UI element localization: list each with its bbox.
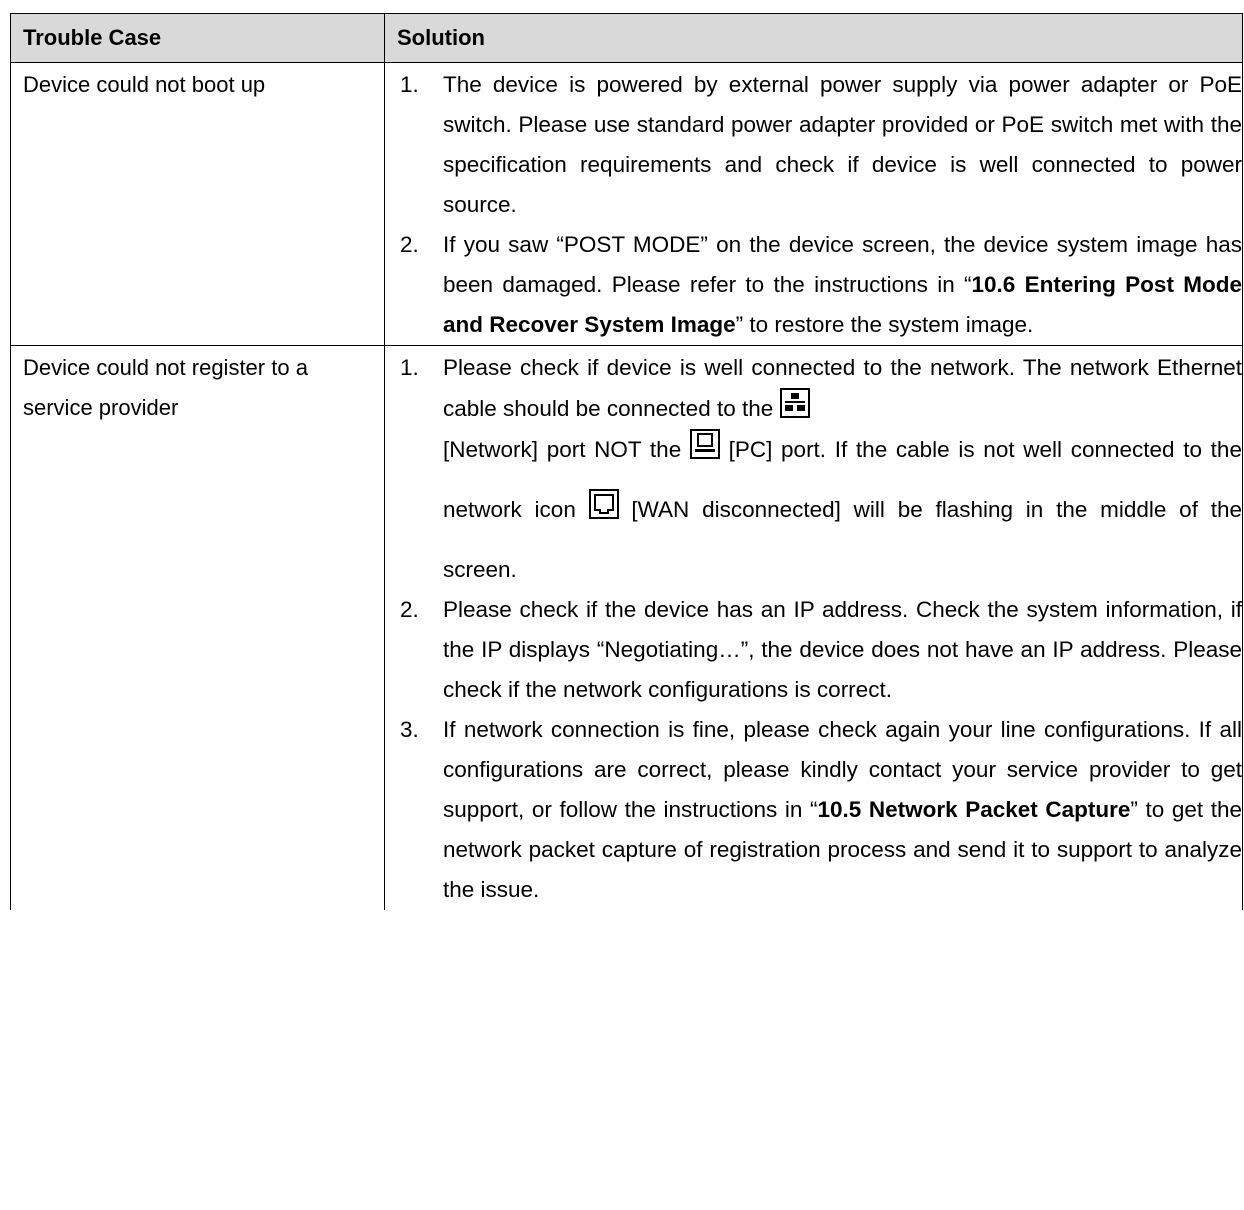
solution-item: 2. Please check if the device has an IP … [385, 590, 1242, 710]
table-header-row: Trouble Case Solution [10, 13, 1243, 63]
item-text: Please check if device is well connected… [443, 355, 1242, 421]
solution-item: 3. If network connection is fine, please… [385, 710, 1242, 910]
trouble-case-cell: Device could not boot up [10, 62, 385, 346]
item-text: The device is powered by external power … [443, 72, 1242, 217]
item-text: ” to restore the system image. [735, 312, 1034, 337]
header-trouble-case: Trouble Case [10, 13, 385, 63]
table-row: Device could not register to a service p… [10, 345, 1243, 910]
solution-cell: 1. Please check if device is well connec… [384, 345, 1243, 910]
network-port-icon [779, 388, 810, 418]
item-number: 2. [400, 232, 419, 257]
item-text: [Network] port NOT the [443, 437, 682, 462]
item-text: Please check if the device has an IP add… [443, 597, 1242, 702]
item-number: 3. [400, 717, 419, 742]
trouble-case-cell: Device could not register to a service p… [10, 345, 385, 910]
solution-item: 1. The device is powered by external pow… [385, 65, 1242, 225]
header-solution: Solution [384, 13, 1243, 63]
pc-port-icon [689, 429, 720, 459]
solution-cell: 1. The device is powered by external pow… [384, 62, 1243, 346]
table-row: Device could not boot up 1. The device i… [10, 62, 1243, 346]
item-number: 1. [400, 355, 419, 380]
troubleshooting-table: Trouble Case Solution Device could not b… [10, 13, 1243, 910]
item-number: 1. [400, 72, 419, 97]
solution-item: 1. Please check if device is well connec… [385, 348, 1242, 590]
wan-disconnected-icon [588, 489, 619, 519]
item-number: 2. [400, 597, 419, 622]
solution-item: 2. If you saw “POST MODE” on the device … [385, 225, 1242, 345]
section-reference: 10.5 Network Packet Capture [817, 797, 1131, 822]
